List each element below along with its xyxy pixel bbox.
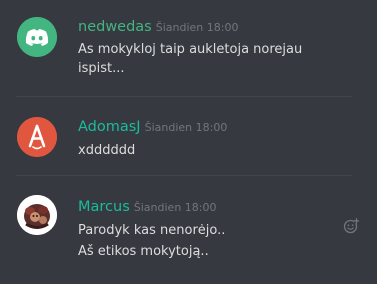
message-line: As mokykloj taip aukletoja norejau bbox=[78, 42, 303, 57]
timestamp: Šiandien 18:00 bbox=[144, 121, 228, 134]
username[interactable]: Marcus bbox=[78, 199, 130, 215]
timestamp: Šiandien 18:00 bbox=[155, 21, 239, 34]
chat-message-list: nedwedas Šiandien 18:00 As mokykloj taip … bbox=[0, 0, 377, 284]
message-content: As mokykloj taip aukletoja norejau ispis… bbox=[78, 40, 348, 78]
message-line: xdddddd bbox=[78, 143, 136, 158]
message-group: AdomasJ Šiandien 18:00 xdddddd bbox=[0, 97, 377, 175]
timestamp: Šiandien 18:00 bbox=[133, 201, 217, 214]
message-content: Parodyk kas nenorėjo.. Aš etikos mokytoj… bbox=[78, 220, 348, 262]
message-group: nedwedas Šiandien 18:00 As mokykloj taip … bbox=[0, 0, 377, 96]
message-header: Marcus Šiandien 18:00 bbox=[78, 196, 217, 215]
message-line: Parodyk kas nenorėjo.. bbox=[78, 223, 226, 238]
message-line: Aš etikos mokytoją.. bbox=[78, 244, 209, 259]
message-group: Marcus Šiandien 18:00 Parodyk kas nenorėj… bbox=[0, 176, 377, 284]
add-reaction-icon[interactable] bbox=[343, 218, 359, 234]
discord-logo-icon bbox=[17, 17, 57, 57]
user-avatar[interactable] bbox=[17, 17, 57, 57]
message-header: AdomasJ Šiandien 18:00 bbox=[78, 116, 227, 135]
message-content: xdddddd bbox=[78, 141, 348, 160]
message-header: nedwedas Šiandien 18:00 bbox=[78, 16, 238, 35]
user-avatar[interactable] bbox=[17, 117, 57, 157]
letter-a-logo-icon bbox=[17, 117, 57, 157]
user-avatar[interactable] bbox=[17, 195, 57, 235]
username[interactable]: nedwedas bbox=[78, 19, 152, 35]
username[interactable]: AdomasJ bbox=[78, 119, 141, 135]
message-line: ispist... bbox=[78, 61, 125, 76]
character-portrait-icon bbox=[17, 195, 57, 235]
